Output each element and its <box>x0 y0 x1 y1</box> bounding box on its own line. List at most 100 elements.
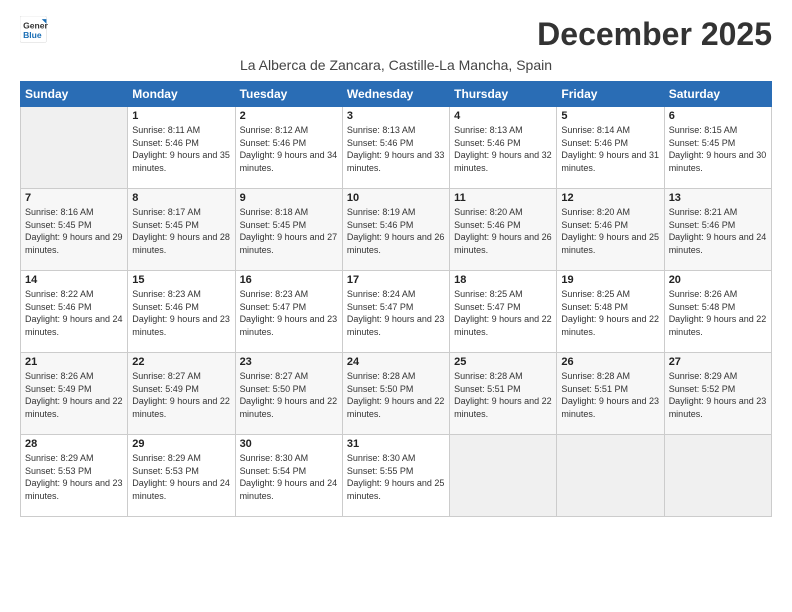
calendar-cell: 16Sunrise: 8:23 AMSunset: 5:47 PMDayligh… <box>235 271 342 353</box>
day-info: Sunrise: 8:23 AMSunset: 5:46 PMDaylight:… <box>132 288 230 338</box>
day-number: 3 <box>347 110 445 122</box>
day-info: Sunrise: 8:20 AMSunset: 5:46 PMDaylight:… <box>561 206 659 256</box>
day-info: Sunrise: 8:17 AMSunset: 5:45 PMDaylight:… <box>132 206 230 256</box>
day-number: 15 <box>132 274 230 286</box>
day-info: Sunrise: 8:28 AMSunset: 5:51 PMDaylight:… <box>454 370 552 420</box>
day-number: 16 <box>240 274 338 286</box>
day-number: 21 <box>25 356 123 368</box>
day-info: Sunrise: 8:29 AMSunset: 5:52 PMDaylight:… <box>669 370 767 420</box>
calendar-week-row: 21 Sunrise: 8:26 AMSunset: 5:49 PMDayligh… <box>21 353 772 435</box>
calendar-cell <box>450 435 557 517</box>
day-info: Sunrise: 8:26 AMSunset: 5:49 PMDaylight:… <box>25 370 123 420</box>
weekday-header-sunday: Sunday <box>21 82 128 107</box>
calendar-week-row: 7 Sunrise: 8:16 AMSunset: 5:45 PMDaylight… <box>21 189 772 271</box>
calendar-cell: 4 Sunrise: 8:13 AMSunset: 5:46 PMDaylight… <box>450 107 557 189</box>
day-number: 28 <box>25 438 123 450</box>
calendar-cell: 13 Sunrise: 8:21 AMSunset: 5:46 PMDayligh… <box>664 189 771 271</box>
weekday-header-monday: Monday <box>128 82 235 107</box>
calendar-cell: 6Sunrise: 8:15 AMSunset: 5:45 PMDaylight… <box>664 107 771 189</box>
calendar-cell <box>664 435 771 517</box>
day-info: Sunrise: 8:20 AMSunset: 5:46 PMDaylight:… <box>454 206 552 256</box>
day-info: Sunrise: 8:27 AMSunset: 5:49 PMDaylight:… <box>132 370 230 420</box>
day-info: Sunrise: 8:26 AMSunset: 5:48 PMDaylight:… <box>669 288 767 338</box>
calendar-cell <box>557 435 664 517</box>
day-info: Sunrise: 8:13 AMSunset: 5:46 PMDaylight:… <box>347 124 445 174</box>
logo: General Blue <box>20 16 48 44</box>
location-subtitle: La Alberca de Zancara, Castille-La Manch… <box>20 57 772 73</box>
day-info: Sunrise: 8:19 AMSunset: 5:46 PMDaylight:… <box>347 206 445 256</box>
calendar-cell: 23 Sunrise: 8:27 AMSunset: 5:50 PMDayligh… <box>235 353 342 435</box>
day-info: Sunrise: 8:27 AMSunset: 5:50 PMDaylight:… <box>240 370 338 420</box>
day-number: 4 <box>454 110 552 122</box>
day-number: 5 <box>561 110 659 122</box>
calendar-cell: 7 Sunrise: 8:16 AMSunset: 5:45 PMDaylight… <box>21 189 128 271</box>
day-info: Sunrise: 8:29 AMSunset: 5:53 PMDaylight:… <box>132 452 230 502</box>
day-number: 1 <box>132 110 230 122</box>
day-number: 30 <box>240 438 338 450</box>
calendar-cell: 21 Sunrise: 8:26 AMSunset: 5:49 PMDayligh… <box>21 353 128 435</box>
svg-text:General: General <box>23 20 48 30</box>
day-info: Sunrise: 8:13 AMSunset: 5:46 PMDaylight:… <box>454 124 552 174</box>
day-number: 24 <box>347 356 445 368</box>
calendar-cell: 10 Sunrise: 8:19 AMSunset: 5:46 PMDayligh… <box>342 189 449 271</box>
day-number: 29 <box>132 438 230 450</box>
day-number: 7 <box>25 192 123 204</box>
day-info: Sunrise: 8:29 AMSunset: 5:53 PMDaylight:… <box>25 452 123 502</box>
day-info: Sunrise: 8:24 AMSunset: 5:47 PMDaylight:… <box>347 288 445 338</box>
calendar-cell: 11Sunrise: 8:20 AMSunset: 5:46 PMDayligh… <box>450 189 557 271</box>
calendar-cell: 27 Sunrise: 8:29 AMSunset: 5:52 PMDayligh… <box>664 353 771 435</box>
day-info: Sunrise: 8:30 AMSunset: 5:54 PMDaylight:… <box>240 452 338 502</box>
calendar-week-row: 1 Sunrise: 8:11 AMSunset: 5:46 PMDaylight… <box>21 107 772 189</box>
weekday-header-friday: Friday <box>557 82 664 107</box>
logo-icon: General Blue <box>20 16 48 44</box>
day-number: 22 <box>132 356 230 368</box>
calendar-cell: 14Sunrise: 8:22 AMSunset: 5:46 PMDayligh… <box>21 271 128 353</box>
day-number: 9 <box>240 192 338 204</box>
weekday-header-row: SundayMondayTuesdayWednesdayThursdayFrid… <box>21 82 772 107</box>
calendar-week-row: 28 Sunrise: 8:29 AMSunset: 5:53 PMDayligh… <box>21 435 772 517</box>
calendar-table: SundayMondayTuesdayWednesdayThursdayFrid… <box>20 81 772 517</box>
calendar-cell: 3 Sunrise: 8:13 AMSunset: 5:46 PMDaylight… <box>342 107 449 189</box>
calendar-cell: 5 Sunrise: 8:14 AMSunset: 5:46 PMDaylight… <box>557 107 664 189</box>
day-info: Sunrise: 8:30 AMSunset: 5:55 PMDaylight:… <box>347 452 445 502</box>
calendar-cell: 2Sunrise: 8:12 AMSunset: 5:46 PMDaylight… <box>235 107 342 189</box>
weekday-header-thursday: Thursday <box>450 82 557 107</box>
day-number: 18 <box>454 274 552 286</box>
day-number: 17 <box>347 274 445 286</box>
day-number: 19 <box>561 274 659 286</box>
day-number: 23 <box>240 356 338 368</box>
calendar-cell: 26Sunrise: 8:28 AMSunset: 5:51 PMDayligh… <box>557 353 664 435</box>
day-number: 6 <box>669 110 767 122</box>
calendar-cell: 24Sunrise: 8:28 AMSunset: 5:50 PMDayligh… <box>342 353 449 435</box>
day-info: Sunrise: 8:11 AMSunset: 5:46 PMDaylight:… <box>132 124 230 174</box>
day-number: 26 <box>561 356 659 368</box>
day-info: Sunrise: 8:14 AMSunset: 5:46 PMDaylight:… <box>561 124 659 174</box>
calendar-cell: 29 Sunrise: 8:29 AMSunset: 5:53 PMDayligh… <box>128 435 235 517</box>
day-number: 10 <box>347 192 445 204</box>
day-info: Sunrise: 8:16 AMSunset: 5:45 PMDaylight:… <box>25 206 123 256</box>
calendar-cell: 18Sunrise: 8:25 AMSunset: 5:47 PMDayligh… <box>450 271 557 353</box>
calendar-cell: 25Sunrise: 8:28 AMSunset: 5:51 PMDayligh… <box>450 353 557 435</box>
calendar-cell: 12 Sunrise: 8:20 AMSunset: 5:46 PMDayligh… <box>557 189 664 271</box>
day-info: Sunrise: 8:22 AMSunset: 5:46 PMDaylight:… <box>25 288 123 338</box>
calendar-cell: 31 Sunrise: 8:30 AMSunset: 5:55 PMDayligh… <box>342 435 449 517</box>
day-number: 31 <box>347 438 445 450</box>
weekday-header-tuesday: Tuesday <box>235 82 342 107</box>
day-number: 13 <box>669 192 767 204</box>
day-number: 27 <box>669 356 767 368</box>
svg-text:Blue: Blue <box>23 30 42 40</box>
day-number: 12 <box>561 192 659 204</box>
calendar-cell: 8 Sunrise: 8:17 AMSunset: 5:45 PMDaylight… <box>128 189 235 271</box>
day-info: Sunrise: 8:18 AMSunset: 5:45 PMDaylight:… <box>240 206 338 256</box>
month-title: December 2025 <box>537 16 772 53</box>
calendar-cell: 15 Sunrise: 8:23 AMSunset: 5:46 PMDayligh… <box>128 271 235 353</box>
calendar-cell: 19 Sunrise: 8:25 AMSunset: 5:48 PMDayligh… <box>557 271 664 353</box>
day-number: 8 <box>132 192 230 204</box>
calendar-cell: 28 Sunrise: 8:29 AMSunset: 5:53 PMDayligh… <box>21 435 128 517</box>
day-info: Sunrise: 8:12 AMSunset: 5:46 PMDaylight:… <box>240 124 338 174</box>
calendar-cell: 1 Sunrise: 8:11 AMSunset: 5:46 PMDaylight… <box>128 107 235 189</box>
header: General Blue December 2025 <box>20 16 772 53</box>
day-info: Sunrise: 8:25 AMSunset: 5:48 PMDaylight:… <box>561 288 659 338</box>
day-number: 20 <box>669 274 767 286</box>
day-info: Sunrise: 8:21 AMSunset: 5:46 PMDaylight:… <box>669 206 767 256</box>
